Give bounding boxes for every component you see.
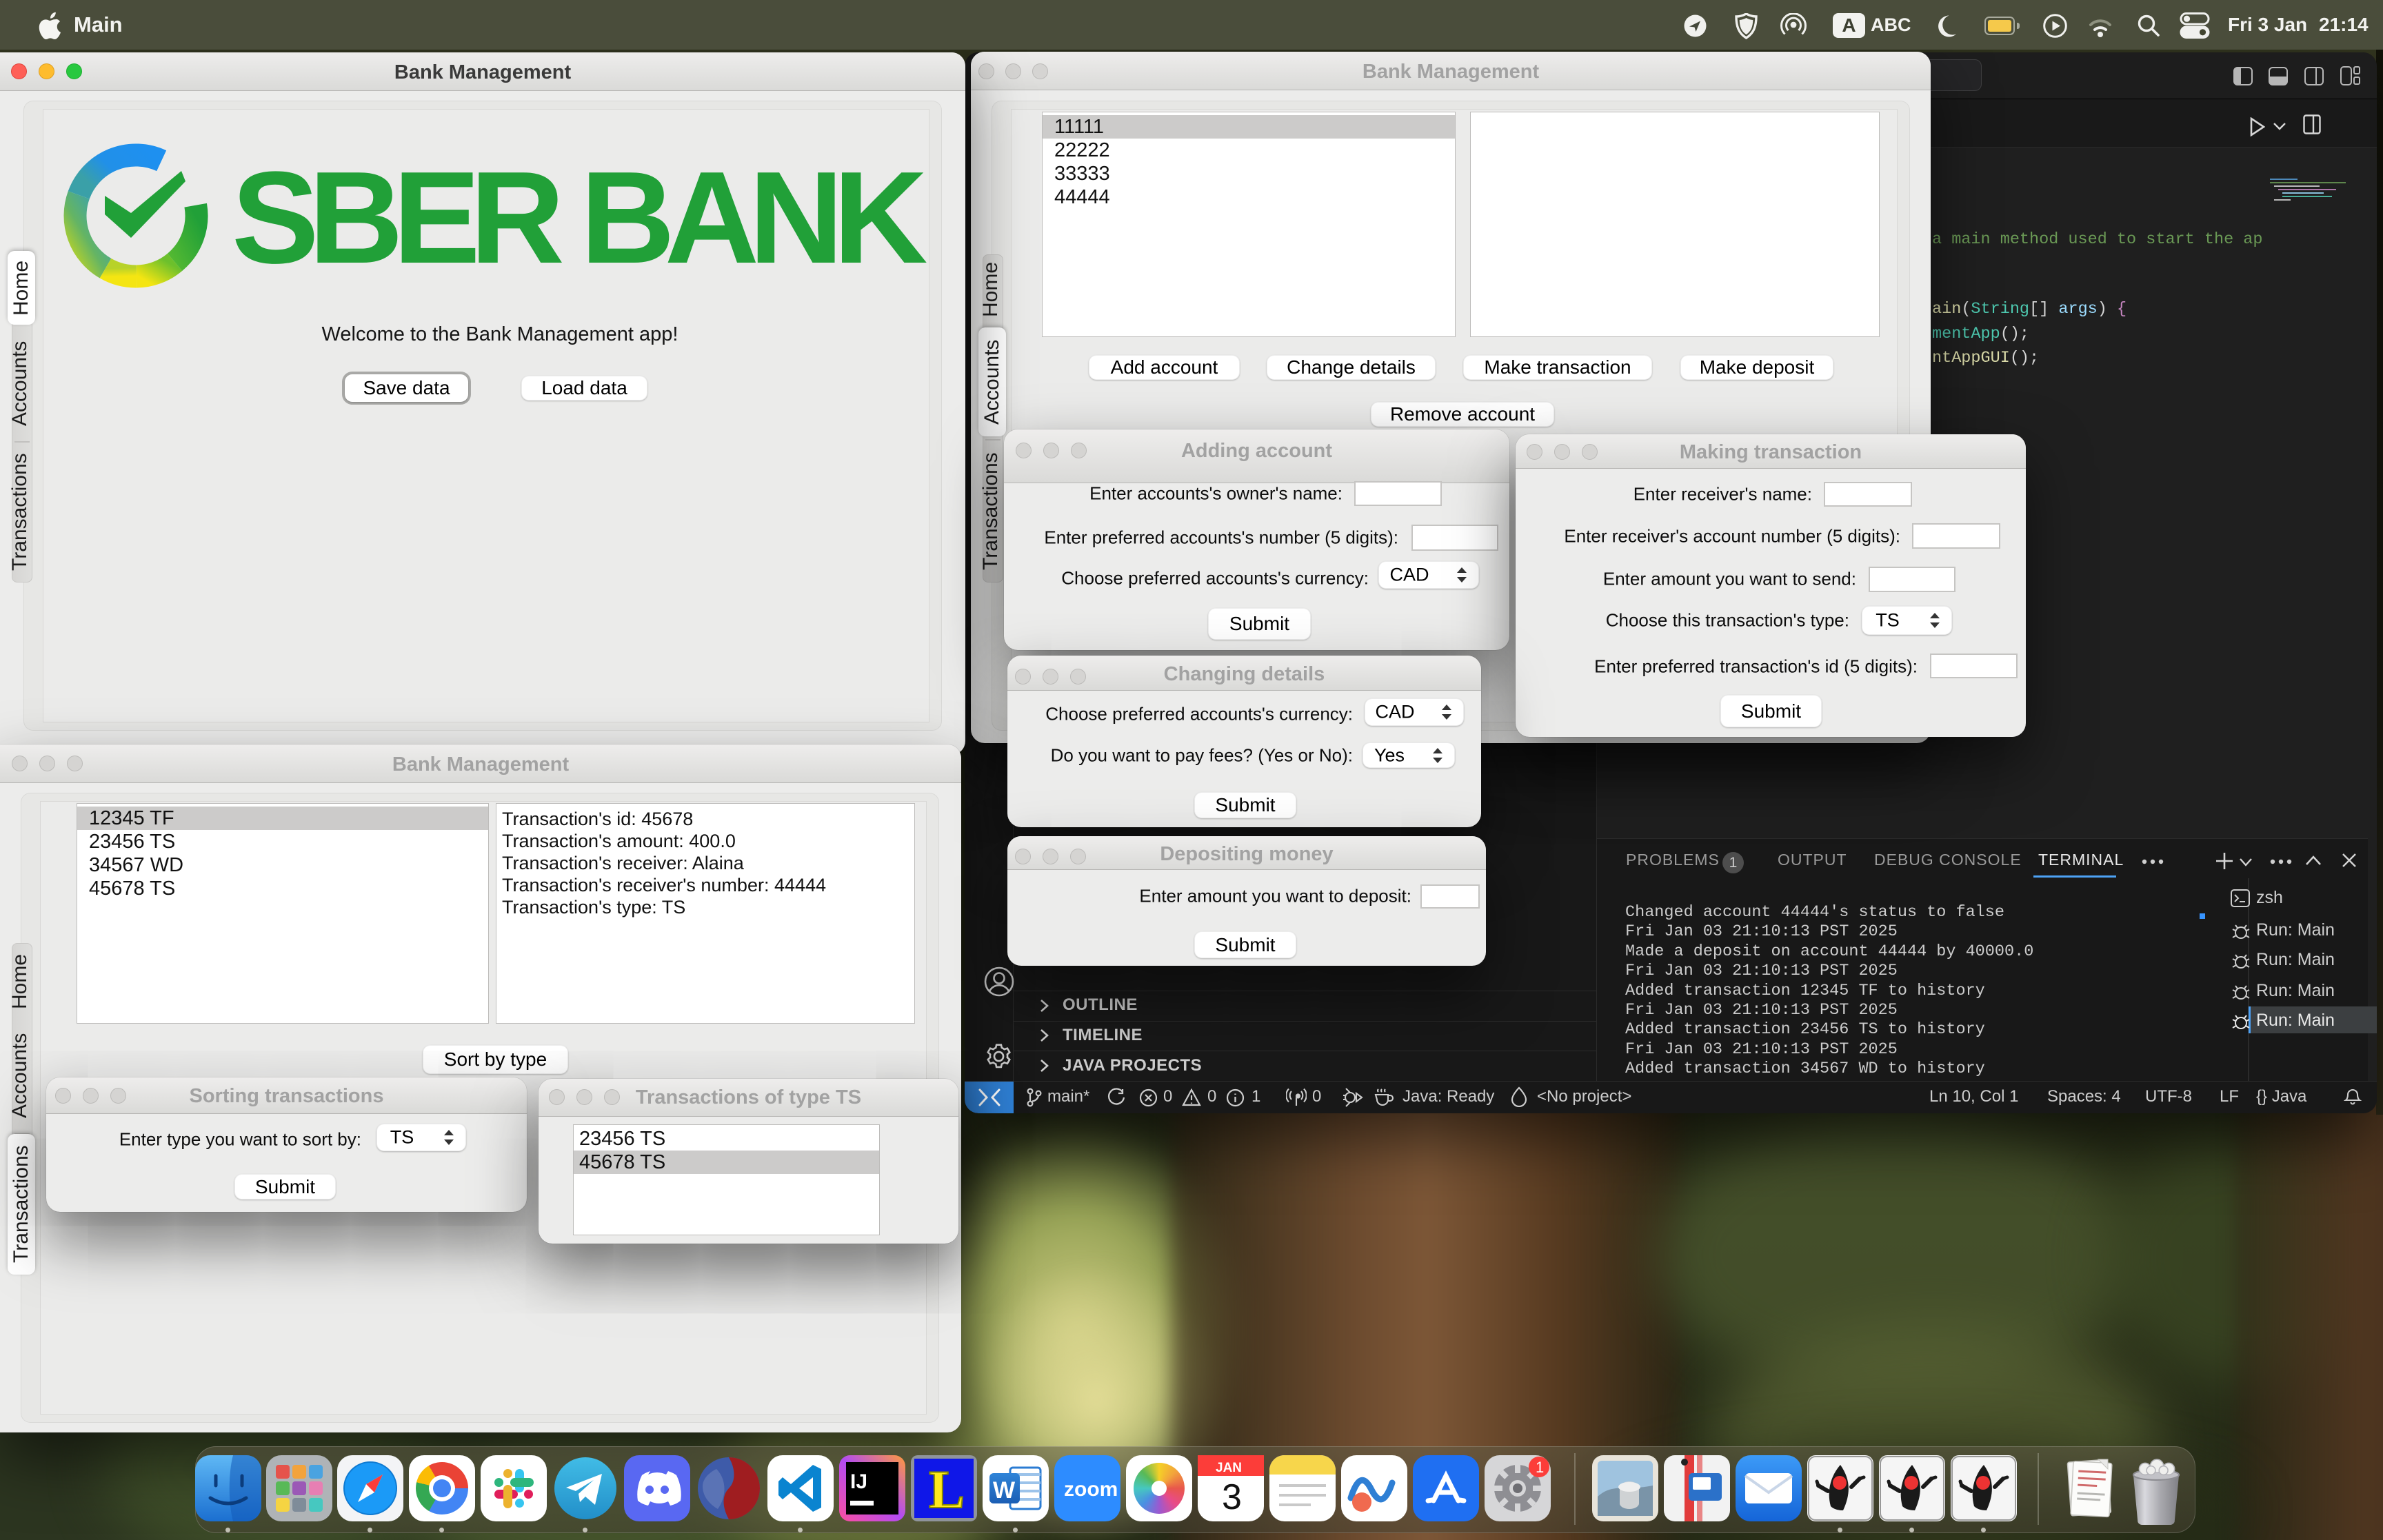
svg-text:zoom: zoom xyxy=(1064,1478,1118,1501)
svg-text:3: 3 xyxy=(1222,1477,1242,1517)
svg-text:1: 1 xyxy=(1536,1459,1544,1476)
svg-text:IJ: IJ xyxy=(850,1470,867,1493)
svg-text:JAN: JAN xyxy=(1216,1461,1242,1475)
svg-text:W: W xyxy=(993,1477,1016,1503)
svg-text:L: L xyxy=(929,1459,965,1519)
